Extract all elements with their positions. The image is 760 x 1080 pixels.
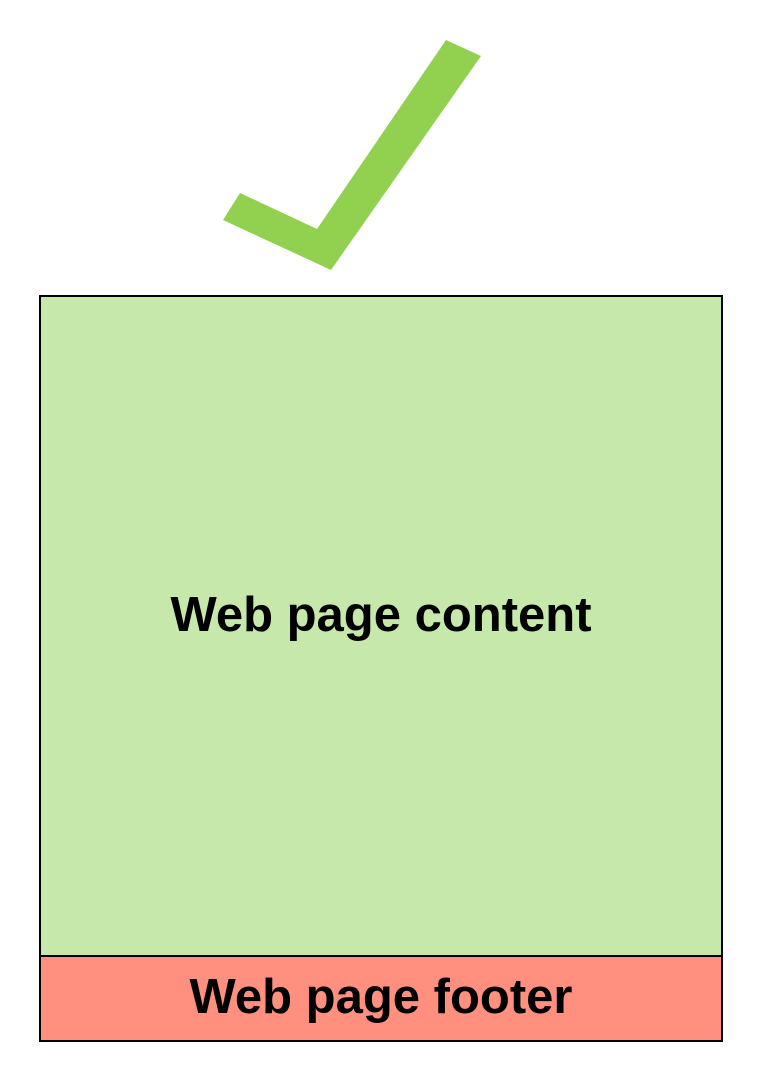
- web-page-content-block: Web page content: [41, 297, 721, 957]
- web-page-diagram: Web page content Web page footer: [39, 295, 723, 1042]
- checkmark-icon: [223, 40, 481, 270]
- web-page-footer-block: Web page footer: [41, 957, 721, 1040]
- checkmark-shape: [223, 40, 481, 270]
- footer-label: Web page footer: [189, 969, 573, 1024]
- content-label: Web page content: [170, 588, 592, 642]
